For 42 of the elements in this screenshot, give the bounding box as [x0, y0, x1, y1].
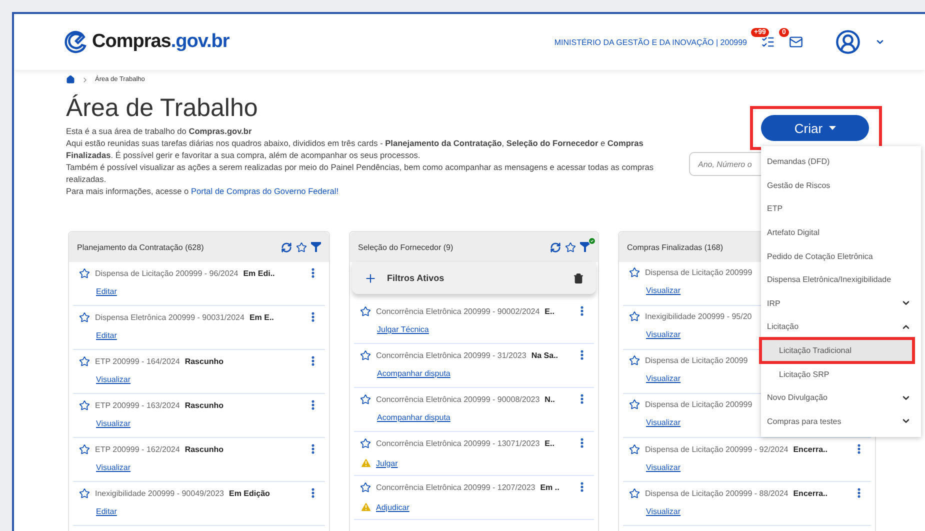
- intro-text: Esta é a sua área de trabalho do Compras.gov.br: [66, 125, 253, 137]
- item-status: N..: [544, 394, 555, 404]
- item-status: Rascunho: [184, 400, 224, 410]
- card-title: Compras Finalizadas (168): [627, 242, 724, 252]
- item-status: Em E..: [249, 312, 274, 322]
- item-title: Concorrência Eletrônica 200999 - 31/2023: [376, 350, 526, 360]
- item-title: Dispensa de Licitação 200999 - 92/2024: [645, 444, 788, 454]
- intro-text: Para mais informações, acesse o Portal de Compras do Governo Federal!: [66, 185, 340, 197]
- logo-text: Compras: [92, 31, 171, 52]
- filter-title: Filtros Ativos: [387, 273, 444, 283]
- item-status: Rascunho: [184, 444, 224, 454]
- item-status: Rascunho: [184, 356, 224, 366]
- item-title: Inexigibilidade 200999 - 95/20: [645, 312, 752, 321]
- item-title: ETP 200999 - 164/2024: [95, 356, 180, 366]
- item-title: Dispensa de Licitação 200999 - 96/2024: [95, 268, 238, 278]
- organization-label: MINISTÉRIO DA GESTÃO E DA INOVAÇÃO | 200999: [554, 38, 747, 46]
- item-title: Dispensa de Licitação 20099: [645, 356, 748, 365]
- item-status: Em Edição: [229, 488, 270, 498]
- item-title: Concorrência Eletrônica 200999 - 90002/2024: [376, 306, 540, 316]
- item-title: Inexigibilidade 200999 - 90049/2023: [95, 488, 224, 498]
- intro-text: Aqui estão reunidas suas tarefas diárias nos quadros abaixo, divididos em três cards - Planejamento da Contratação, Seleção do Fornecedor e Compras Finalizadas. É possível gerir e favoritar a sua compra, além de acompanhar os seus processos.: [66, 137, 644, 161]
- item-status: Na Sa..: [531, 350, 558, 360]
- item-title: Dispensa de Licitação 200999: [645, 268, 752, 277]
- logo-suffix: .gov.br: [170, 31, 230, 52]
- card-title: Planejamento da Contratação (628): [77, 242, 204, 252]
- item-title: Dispensa Eletrônica 200999 - 90031/2024: [95, 312, 244, 322]
- item-title: ETP 200999 - 163/2024: [95, 400, 180, 410]
- item-title: ETP 200999 - 162/2024: [95, 444, 180, 454]
- item-status: Em ..: [540, 482, 560, 492]
- item-status: E..: [544, 306, 554, 316]
- item-status: Em Edi..: [243, 268, 275, 278]
- card-title: Seleção do Fornecedor (9): [358, 242, 454, 252]
- item-title: Concorrência Eletrônica 200999 - 90008/2023: [376, 394, 540, 404]
- item-title: Dispensa de Licitação 200999: [645, 400, 752, 409]
- item-status: Encerra..: [793, 488, 828, 498]
- item-title: Concorrência Eletrônica 200999 - 13071/2023: [376, 438, 540, 448]
- intro-text: Também é possível visualizar as ações a serem realizadas por meio do Painel Pendências, bem como acompanhar as mensagens e acessar todas as compras realizadas.: [66, 161, 655, 185]
- item-title: Dispensa de Licitação 200999 - 88/2024: [645, 488, 788, 498]
- item-status: Encerra..: [793, 444, 828, 454]
- item-title: Concorrência Eletrônica 200999 - 1207/2023: [376, 482, 536, 492]
- page-title: Área de Trabalho: [66, 94, 259, 123]
- item-status: E..: [544, 438, 554, 448]
